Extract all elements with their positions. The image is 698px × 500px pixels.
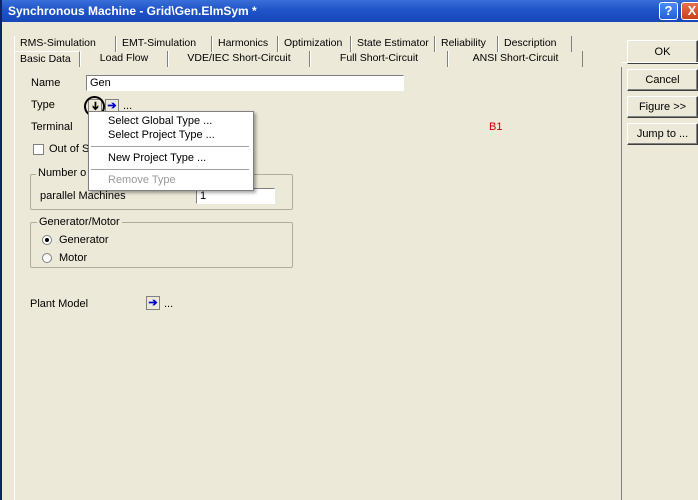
- ok-button[interactable]: OK: [627, 40, 698, 64]
- plant-model-jump-button[interactable]: ➔: [146, 296, 160, 310]
- right-arrow-icon: ➔: [148, 297, 158, 309]
- tab-ansi-short-circuit[interactable]: ANSI Short-Circuit: [448, 51, 583, 67]
- tab-rms-simulation[interactable]: RMS-Simulation: [14, 36, 116, 52]
- tab-vde-iec-short-circuit[interactable]: VDE/IEC Short-Circuit: [168, 51, 310, 67]
- tab-emt-simulation[interactable]: EMT-Simulation: [116, 36, 212, 52]
- out-of-service-label: Out of S: [49, 143, 90, 155]
- title-bar: Synchronous Machine - Grid\Gen.ElmSym *: [2, 0, 698, 22]
- terminal-label: Terminal: [31, 121, 73, 133]
- window-title: Synchronous Machine - Grid\Gen.ElmSym *: [8, 4, 257, 18]
- parallel-machines-label: parallel Machines: [40, 190, 126, 202]
- tab-row-2: Basic Data Load Flow VDE/IEC Short-Circu…: [14, 51, 583, 67]
- type-label: Type: [31, 99, 55, 111]
- out-of-service-checkbox[interactable]: [33, 144, 44, 155]
- generator-label: Generator: [59, 234, 109, 246]
- plant-model-label: Plant Model: [30, 298, 89, 310]
- cancel-button[interactable]: Cancel: [627, 69, 698, 91]
- tab-description[interactable]: Description: [498, 36, 572, 52]
- tab-basic-data[interactable]: Basic Data: [14, 51, 80, 67]
- right-separator: [622, 62, 698, 63]
- tab-full-short-circuit[interactable]: Full Short-Circuit: [310, 51, 448, 67]
- plant-model-ellipsis[interactable]: ...: [164, 298, 173, 310]
- menu-select-project-type[interactable]: Select Project Type ...: [108, 129, 215, 141]
- tab-optimization[interactable]: Optimization: [278, 36, 351, 52]
- menu-remove-type: Remove Type: [108, 174, 176, 186]
- close-button[interactable]: X: [681, 2, 698, 20]
- menu-select-global-type[interactable]: Select Global Type ...: [108, 115, 212, 127]
- type-context-menu: Select Global Type ... Select Project Ty…: [88, 111, 254, 191]
- tab-state-estimator[interactable]: State Estimator: [351, 36, 435, 52]
- figure-button[interactable]: Figure >>: [627, 96, 698, 118]
- tab-harmonics[interactable]: Harmonics: [212, 36, 278, 52]
- jump-to-button[interactable]: Jump to ...: [627, 123, 698, 145]
- name-input[interactable]: Gen: [86, 75, 404, 91]
- motor-label: Motor: [59, 252, 88, 264]
- synchronous-machine-dialog: Synchronous Machine - Grid\Gen.ElmSym * …: [0, 0, 698, 500]
- menu-separator: [91, 146, 249, 147]
- menu-separator: [91, 169, 249, 170]
- tab-load-flow[interactable]: Load Flow: [80, 51, 168, 67]
- tab-row-1: RMS-Simulation EMT-Simulation Harmonics …: [14, 36, 572, 52]
- menu-new-project-type[interactable]: New Project Type ...: [108, 152, 206, 164]
- terminal-value: B1: [489, 121, 503, 133]
- help-button[interactable]: ?: [659, 2, 678, 20]
- parallel-group-title: Number o: [36, 167, 89, 179]
- tab-reliability[interactable]: Reliability: [435, 36, 498, 52]
- generator-motor-title: Generator/Motor: [37, 216, 122, 228]
- motor-radio[interactable]: [42, 253, 52, 263]
- generator-radio[interactable]: [42, 235, 52, 245]
- name-label: Name: [31, 77, 61, 89]
